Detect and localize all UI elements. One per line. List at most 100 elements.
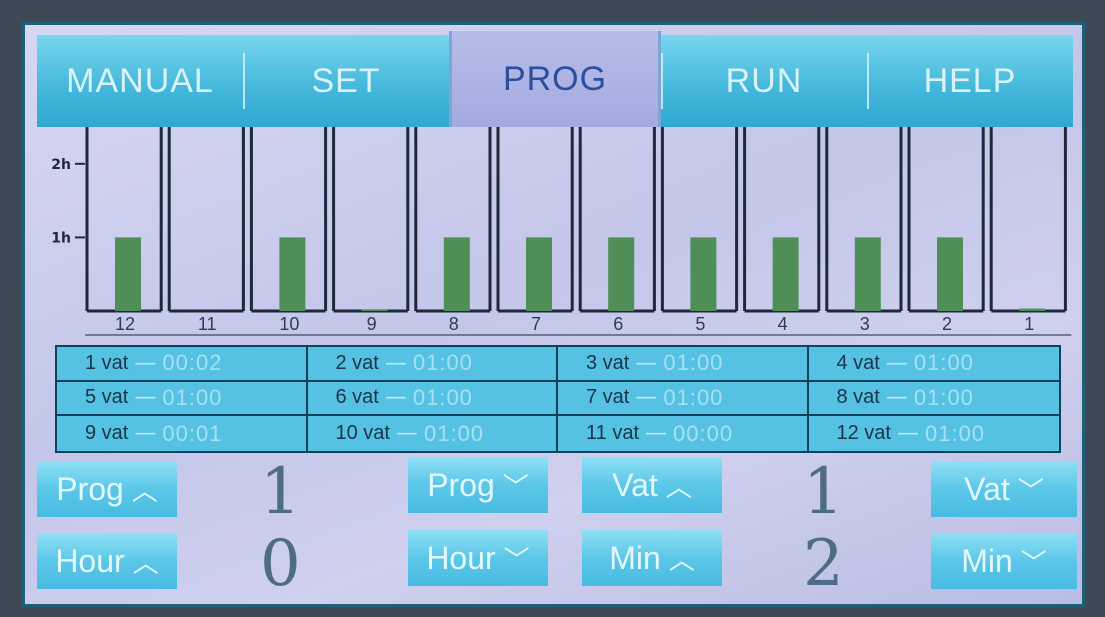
chart-bar	[361, 309, 388, 311]
chart-bar	[115, 237, 141, 311]
vat-time: 01:00	[663, 384, 724, 410]
chart-bar	[854, 237, 881, 311]
vat-label: 5 vat	[85, 386, 129, 409]
chevron-down-icon: ﹀	[503, 544, 530, 575]
vat-up-button[interactable]: Vat ︿	[582, 457, 722, 513]
min-down-button[interactable]: Min ﹀	[931, 533, 1077, 589]
vat-cell[interactable]: 11 vat —00:00	[558, 416, 809, 451]
vat-dash: —	[134, 421, 157, 447]
vat-cell[interactable]: 1 vat —00:02	[57, 347, 308, 382]
vat-time: 01:00	[924, 420, 986, 446]
vat-dash: —	[635, 385, 658, 411]
button-label: Hour	[426, 539, 496, 576]
tab-help[interactable]: HELP	[867, 35, 1073, 127]
x-tick-label: 7	[531, 314, 541, 334]
hour-up-button[interactable]: Hour ︿	[37, 533, 177, 589]
vat-label: 7 vat	[586, 386, 630, 409]
tab-run[interactable]: RUN	[661, 35, 867, 127]
vat-down-button[interactable]: Vat ﹀	[931, 461, 1077, 517]
chart-bar	[1019, 308, 1046, 311]
x-tick-label: 6	[613, 314, 623, 334]
button-label: Hour	[55, 542, 125, 579]
vat-cell[interactable]: 6 vat —01:00	[307, 381, 558, 417]
vat-cell[interactable]: 4 vat —01:00	[808, 347, 1059, 382]
x-tick-label: 5	[695, 314, 705, 334]
chart-bar	[937, 237, 963, 311]
vat-dash: —	[134, 385, 157, 411]
vat-time: 01:00	[913, 384, 974, 410]
prog-down-button[interactable]: Prog ﹀	[408, 457, 548, 513]
prog-value: 1	[260, 455, 301, 529]
vat-label: 8 vat	[836, 386, 880, 409]
vat-cell[interactable]: 12 vat —01:00	[809, 416, 1060, 451]
vat-time: 00:01	[162, 420, 223, 446]
vat-dash: —	[384, 385, 407, 411]
vat-dash: —	[395, 421, 418, 447]
vat-time-table: 1 vat —00:02 2 vat —01:00 3 vat —01:00 4 va…	[55, 345, 1061, 453]
button-label: Prog	[427, 466, 495, 503]
tab-label: PROG	[502, 59, 608, 98]
x-tick-label: 11	[198, 314, 217, 334]
vat-time: 00:02	[162, 350, 223, 376]
x-tick-label: 3	[860, 314, 870, 334]
x-tick-label: 1	[1024, 314, 1034, 334]
chart-bar	[443, 237, 470, 311]
vat-label: 1 vat	[85, 351, 129, 374]
vat-cell[interactable]: 2 vat —01:00	[307, 347, 558, 382]
vat-label: 3 vat	[586, 351, 630, 374]
chevron-up-icon: ︿	[132, 547, 159, 578]
vat-label: 4 vat	[836, 351, 880, 374]
vat-cell[interactable]: 9 vat —00:01	[57, 416, 308, 451]
vat-time: 01:00	[412, 350, 473, 376]
vat-time: 01:00	[412, 384, 473, 410]
chevron-down-icon: ﹀	[1017, 475, 1044, 506]
button-label: Min	[961, 542, 1013, 579]
button-label: Min	[609, 539, 661, 576]
tab-set[interactable]: SET	[243, 35, 449, 127]
touch-screen: MANUAL SET PROG RUN HELP 2h 1h 12 11 10 9 8 7 6 5…	[22, 22, 1085, 607]
vat-label: 12 vat	[836, 422, 891, 445]
min-up-button[interactable]: Min ︿	[582, 530, 722, 586]
min-value: 2	[803, 527, 844, 601]
vat-time: 01:00	[423, 420, 485, 446]
vat-dash: —	[885, 385, 908, 411]
vat-dash: —	[384, 350, 407, 376]
tab-label: SET	[311, 61, 381, 100]
vat-label: 10 vat	[335, 422, 390, 445]
vat-label: 11 vat	[586, 422, 639, 445]
vat-cell[interactable]: 10 vat —01:00	[308, 416, 558, 451]
vat-dash: —	[134, 350, 157, 376]
x-tick-label: 2	[942, 314, 952, 334]
prog-up-button[interactable]: Prog ︿	[37, 461, 177, 517]
chevron-up-icon: ︿	[131, 475, 158, 506]
button-label: Prog	[56, 470, 124, 507]
chevron-down-icon: ﹀	[1020, 547, 1047, 578]
chart-bar	[526, 237, 552, 311]
tab-label: RUN	[725, 61, 803, 100]
vat-time: 01:00	[162, 384, 223, 410]
vat-cell[interactable]: 5 vat —01:00	[57, 381, 308, 417]
hour-value: 0	[260, 527, 301, 601]
tab-label: MANUAL	[66, 61, 214, 100]
vat-cell[interactable]: 3 vat —01:00	[558, 347, 809, 382]
vat-cell[interactable]: 7 vat —01:00	[558, 381, 809, 417]
chart-bar	[690, 237, 717, 311]
vat-label: 2 vat	[335, 351, 379, 374]
chart-bar	[608, 237, 635, 311]
chart-bar	[279, 237, 306, 311]
x-tick-label: 10	[279, 314, 299, 334]
x-tick-label: 9	[367, 314, 377, 334]
hour-down-button[interactable]: Hour ﹀	[408, 530, 548, 586]
button-label: Vat	[964, 470, 1010, 507]
vat-time: 01:00	[663, 350, 724, 376]
vat-time: 01:00	[913, 350, 974, 376]
x-tick-label: 8	[449, 314, 459, 334]
vat-dash: —	[896, 421, 919, 447]
vat-cell[interactable]: 8 vat —01:00	[808, 382, 1059, 417]
vat-time: 00:00	[673, 420, 734, 446]
tab-label: HELP	[923, 61, 1017, 100]
tab-manual[interactable]: MANUAL	[37, 35, 243, 127]
tab-prog[interactable]: PROG	[449, 31, 661, 127]
chart-bar	[772, 237, 799, 311]
button-label: Vat	[612, 466, 658, 503]
